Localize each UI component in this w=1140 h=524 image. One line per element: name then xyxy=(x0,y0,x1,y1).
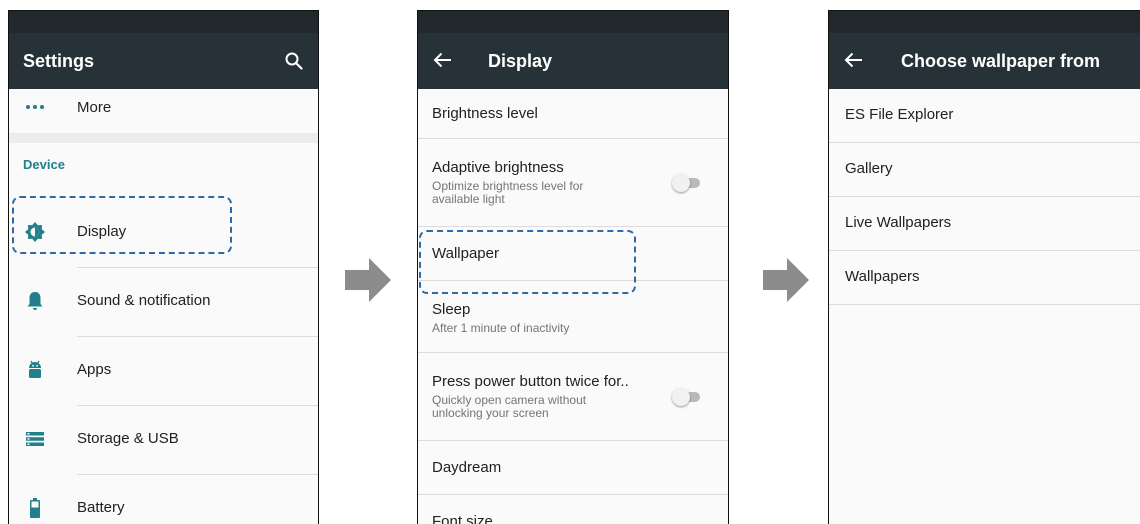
adaptive-brightness-toggle[interactable] xyxy=(672,174,702,192)
settings-item-label: Apps xyxy=(77,361,112,378)
settings-list: More Device Display Sound & notification xyxy=(9,89,318,524)
settings-item-sound[interactable]: Sound & notification xyxy=(9,267,318,336)
item-title: Adaptive brightness xyxy=(432,159,564,176)
page-title: Choose wallpaper from xyxy=(901,51,1101,71)
back-arrow-icon[interactable] xyxy=(843,49,865,71)
wallpaper-source-list: ES File Explorer Gallery Live Wallpapers… xyxy=(829,89,1140,524)
item-title: Sleep xyxy=(432,301,471,318)
page-title: Display xyxy=(488,51,553,71)
more-dots-icon xyxy=(26,105,44,109)
display-item-power-button[interactable]: Press power button twice for.. Quickly o… xyxy=(418,353,728,441)
display-item-brightness[interactable]: Brightness level xyxy=(418,89,728,139)
item-title: Wallpapers xyxy=(845,268,920,285)
item-title: Font size xyxy=(432,513,493,524)
status-bar xyxy=(418,11,728,33)
section-divider xyxy=(9,133,318,143)
wallpaper-source-wallpapers[interactable]: Wallpapers xyxy=(829,251,1140,305)
status-bar xyxy=(9,11,318,33)
item-subtitle: Quickly open camera without unlocking yo… xyxy=(432,393,587,420)
settings-toolbar: Settings xyxy=(9,33,318,89)
settings-screen: Settings More Device Display Sound & not… xyxy=(8,10,319,524)
search-icon[interactable] xyxy=(284,51,304,71)
display-item-font-size[interactable]: Font size xyxy=(418,495,728,524)
wallpaper-chooser-screen: Choose wallpaper from ES File Explorer G… xyxy=(828,10,1140,524)
settings-item-battery[interactable]: Battery xyxy=(9,474,318,524)
item-subtitle: After 1 minute of inactivity xyxy=(432,321,570,335)
item-title: Live Wallpapers xyxy=(845,214,952,231)
item-title: ES File Explorer xyxy=(845,106,954,123)
step-arrow-icon xyxy=(763,258,809,302)
item-title: Gallery xyxy=(845,160,893,177)
status-bar xyxy=(829,11,1140,33)
settings-item-label: More xyxy=(77,99,112,116)
page-title: Settings xyxy=(23,51,95,71)
bell-icon xyxy=(27,292,43,310)
chooser-toolbar: Choose wallpaper from xyxy=(829,33,1140,89)
settings-item-more[interactable]: More xyxy=(9,89,318,133)
display-list: Brightness level Adaptive brightness Opt… xyxy=(418,89,728,524)
wallpaper-source-es-file-explorer[interactable]: ES File Explorer xyxy=(829,89,1140,143)
wallpaper-source-gallery[interactable]: Gallery xyxy=(829,143,1140,197)
wallpaper-highlight xyxy=(419,230,636,294)
settings-item-label: Battery xyxy=(77,499,125,516)
section-header: Device xyxy=(23,157,65,172)
item-title: Press power button twice for.. xyxy=(432,373,629,390)
wallpaper-source-live-wallpapers[interactable]: Live Wallpapers xyxy=(829,197,1140,251)
item-title: Daydream xyxy=(432,459,502,476)
android-icon xyxy=(29,360,41,378)
settings-item-storage[interactable]: Storage & USB xyxy=(9,405,318,474)
battery-icon xyxy=(30,498,40,518)
storage-icon xyxy=(26,432,44,446)
display-highlight xyxy=(12,196,232,254)
item-title: Brightness level xyxy=(432,105,538,122)
display-item-adaptive-brightness[interactable]: Adaptive brightness Optimize brightness … xyxy=(418,139,728,227)
settings-item-label: Storage & USB xyxy=(77,430,179,447)
item-subtitle: Optimize brightness level for available … xyxy=(432,179,584,206)
settings-item-apps[interactable]: Apps xyxy=(9,336,318,405)
settings-item-label: Sound & notification xyxy=(77,292,211,309)
back-arrow-icon[interactable] xyxy=(432,49,454,71)
power-button-toggle[interactable] xyxy=(672,388,702,406)
display-toolbar: Display xyxy=(418,33,728,89)
step-arrow-icon xyxy=(345,258,391,302)
display-item-daydream[interactable]: Daydream xyxy=(418,441,728,495)
